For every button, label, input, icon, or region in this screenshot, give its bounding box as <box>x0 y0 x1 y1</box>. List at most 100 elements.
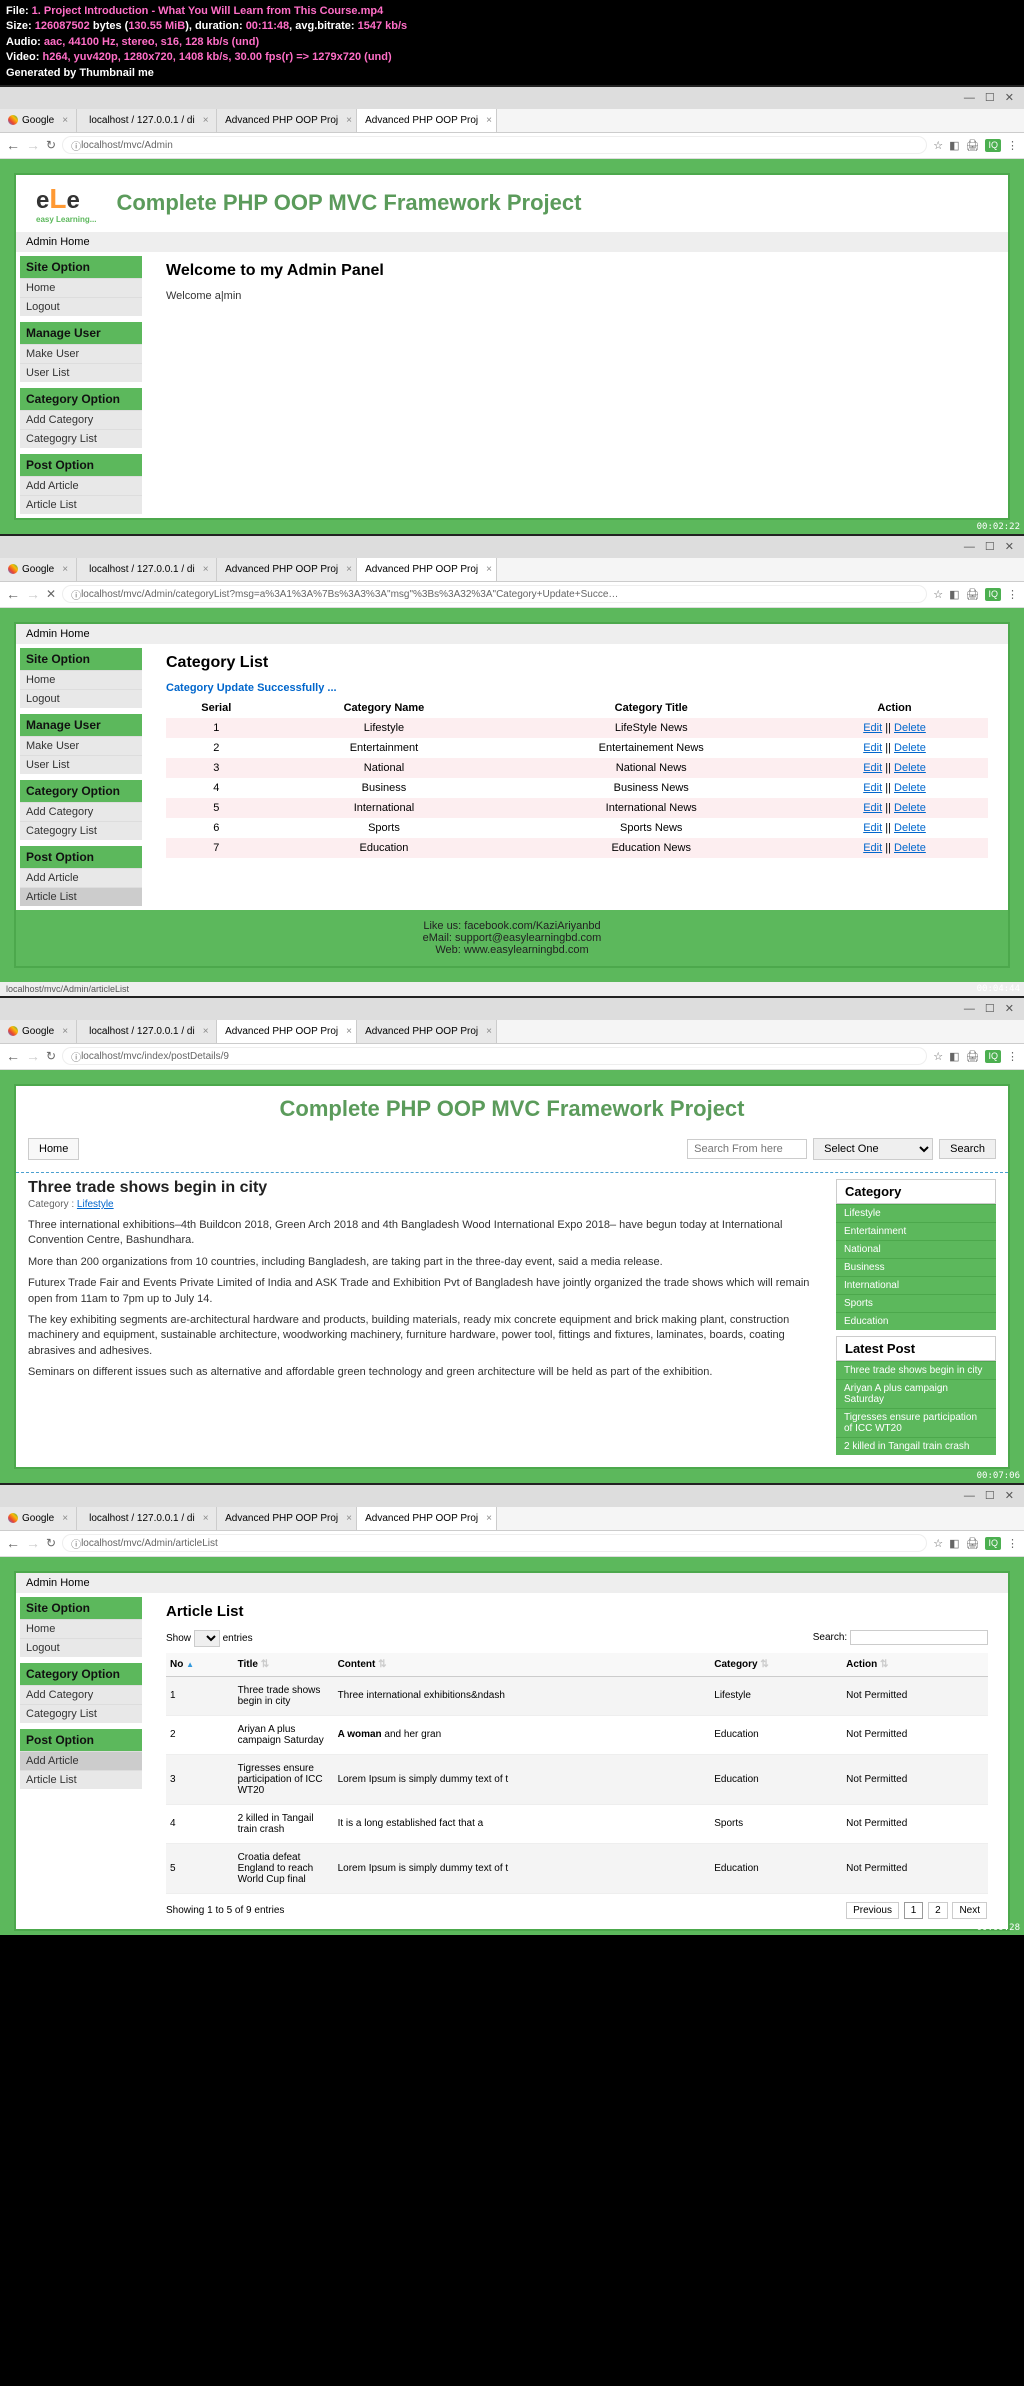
iq-icon[interactable]: IQ <box>985 588 1001 601</box>
tab-close-icon[interactable]: × <box>486 1513 492 1524</box>
star-icon[interactable]: ☆ <box>933 139 943 152</box>
tab-close-icon[interactable]: × <box>346 564 352 575</box>
url-input[interactable]: ⓘ localhost/mvc/Admin/articleList <box>62 1534 927 1552</box>
search-field[interactable] <box>850 1630 988 1645</box>
sidebar-item-articlelist[interactable]: Article List <box>20 1770 142 1789</box>
sidebar-item-catlist[interactable]: Categogry List <box>20 1704 142 1723</box>
sidebar-item-addcat[interactable]: Add Category <box>20 802 142 821</box>
tab-close-icon[interactable]: × <box>62 564 68 575</box>
stop-icon[interactable]: ✕ <box>46 587 56 601</box>
tab-close-icon[interactable]: × <box>346 1026 352 1037</box>
post-link[interactable]: Ariyan A plus campaign Saturday <box>836 1379 996 1408</box>
tab-php1[interactable]: Advanced PHP OOP Proj× <box>217 558 357 581</box>
tab-localhost[interactable]: localhost / 127.0.0.1 / di× <box>77 1507 217 1530</box>
iq-icon[interactable]: IQ <box>985 1050 1001 1063</box>
edit-link[interactable]: Edit <box>863 762 882 774</box>
delete-link[interactable]: Delete <box>894 742 926 754</box>
post-link[interactable]: Tigresses ensure participation of ICC WT… <box>836 1408 996 1437</box>
star-icon[interactable]: ☆ <box>933 1050 943 1063</box>
menu-icon[interactable]: ⋮ <box>1007 139 1018 152</box>
sidebar-item-home[interactable]: Home <box>20 278 142 297</box>
search-button[interactable]: Search <box>939 1139 996 1159</box>
post-link[interactable]: Three trade shows begin in city <box>836 1361 996 1379</box>
sidebar-item-addcat[interactable]: Add Category <box>20 410 142 429</box>
close-icon[interactable]: ✕ <box>1005 540 1014 553</box>
category-link[interactable]: International <box>836 1276 996 1294</box>
forward-icon[interactable]: → <box>26 1048 40 1064</box>
tab-google[interactable]: Google× <box>0 1507 77 1530</box>
tab-close-icon[interactable]: × <box>203 564 209 575</box>
sidebar-item-home[interactable]: Home <box>20 1619 142 1638</box>
edit-link[interactable]: Edit <box>863 822 882 834</box>
col-no[interactable]: No ▲ <box>166 1653 234 1677</box>
close-icon[interactable]: ✕ <box>1005 1002 1014 1015</box>
sidebar-item-catlist[interactable]: Categogry List <box>20 821 142 840</box>
tab-php1[interactable]: Advanced PHP OOP Proj× <box>217 109 357 132</box>
sidebar-item-addarticle[interactable]: Add Article <box>20 476 142 495</box>
tab-google[interactable]: Google× <box>0 558 77 581</box>
iq-icon[interactable]: IQ <box>985 1537 1001 1550</box>
sidebar-item-home[interactable]: Home <box>20 670 142 689</box>
category-link[interactable]: Lifestyle <box>836 1204 996 1222</box>
sidebar-item-logout[interactable]: Logout <box>20 689 142 708</box>
category-select[interactable]: Select One <box>813 1138 933 1160</box>
post-link[interactable]: 2 killed in Tangail train crash <box>836 1437 996 1455</box>
tab-close-icon[interactable]: × <box>346 115 352 126</box>
forward-icon[interactable]: → <box>26 137 40 153</box>
sidebar-item-catlist[interactable]: Categogry List <box>20 429 142 448</box>
col-cat[interactable]: Category ⇅ <box>710 1653 842 1677</box>
category-link[interactable]: Entertainment <box>836 1222 996 1240</box>
reload-icon[interactable]: ↻ <box>46 138 56 152</box>
ext-icon[interactable]: 🖨 <box>966 1050 980 1063</box>
sidebar-item-logout[interactable]: Logout <box>20 1638 142 1657</box>
tab-php2[interactable]: Advanced PHP OOP Proj× <box>357 1020 497 1043</box>
edit-link[interactable]: Edit <box>863 722 882 734</box>
forward-icon[interactable]: → <box>26 586 40 602</box>
edit-link[interactable]: Edit <box>863 802 882 814</box>
tab-close-icon[interactable]: × <box>62 1026 68 1037</box>
url-input[interactable]: ⓘ localhost/mvc/index/postDetails/9 <box>62 1047 927 1065</box>
tab-close-icon[interactable]: × <box>486 115 492 126</box>
sidebar-item-articlelist[interactable]: Article List <box>20 495 142 514</box>
back-icon[interactable]: ← <box>6 137 20 153</box>
sidebar-item-makeuser[interactable]: Make User <box>20 344 142 363</box>
sidebar-item-userlist[interactable]: User List <box>20 363 142 382</box>
max-icon[interactable]: ☐ <box>985 540 995 553</box>
page-1[interactable]: 1 <box>904 1902 924 1919</box>
iq-icon[interactable]: IQ <box>985 139 1001 152</box>
reload-icon[interactable]: ↻ <box>46 1536 56 1550</box>
delete-link[interactable]: Delete <box>894 722 926 734</box>
min-icon[interactable]: — <box>964 1490 975 1502</box>
col-action[interactable]: Action ⇅ <box>842 1653 988 1677</box>
search-input[interactable] <box>687 1139 807 1159</box>
sidebar-item-addarticle[interactable]: Add Article <box>20 1751 142 1770</box>
tab-close-icon[interactable]: × <box>203 1026 209 1037</box>
ext-icon[interactable]: 🖨 <box>966 139 980 152</box>
delete-link[interactable]: Delete <box>894 802 926 814</box>
close-icon[interactable]: ✕ <box>1005 91 1014 104</box>
sidebar-item-userlist[interactable]: User List <box>20 755 142 774</box>
min-icon[interactable]: — <box>964 92 975 104</box>
star-icon[interactable]: ☆ <box>933 1537 943 1550</box>
delete-link[interactable]: Delete <box>894 822 926 834</box>
col-content[interactable]: Content ⇅ <box>334 1653 711 1677</box>
back-icon[interactable]: ← <box>6 586 20 602</box>
menu-icon[interactable]: ⋮ <box>1007 588 1018 601</box>
max-icon[interactable]: ☐ <box>985 91 995 104</box>
min-icon[interactable]: — <box>964 541 975 553</box>
tab-close-icon[interactable]: × <box>486 564 492 575</box>
max-icon[interactable]: ☐ <box>985 1489 995 1502</box>
sidebar-item-logout[interactable]: Logout <box>20 297 142 316</box>
tab-localhost[interactable]: localhost / 127.0.0.1 / di× <box>77 558 217 581</box>
tab-close-icon[interactable]: × <box>62 1513 68 1524</box>
url-input[interactable]: ⓘ localhost/mvc/Admin/categoryList?msg=a… <box>62 585 927 603</box>
tab-php1[interactable]: Advanced PHP OOP Proj× <box>217 1020 357 1043</box>
page-2[interactable]: 2 <box>928 1902 948 1919</box>
show-select[interactable] <box>194 1630 220 1647</box>
tab-google[interactable]: Google× <box>0 109 77 132</box>
forward-icon[interactable]: → <box>26 1535 40 1551</box>
menu-icon[interactable]: ⋮ <box>1007 1537 1018 1550</box>
ext-icon[interactable]: ◧ <box>949 588 959 601</box>
ext-icon[interactable]: 🖨 <box>966 588 980 601</box>
back-icon[interactable]: ← <box>6 1048 20 1064</box>
